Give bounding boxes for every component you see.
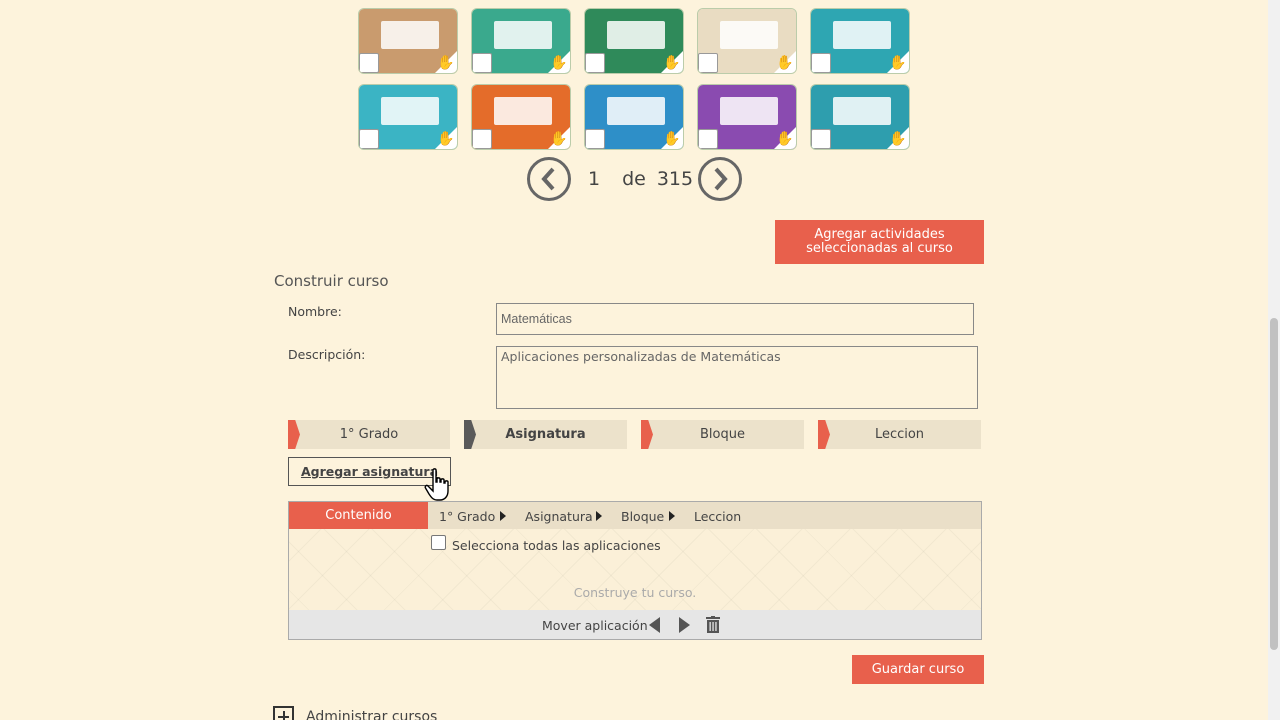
activity-thumbnail[interactable]: ✋ — [810, 84, 910, 150]
activity-preview-panel — [381, 21, 439, 49]
content-header: Contenido 1° Grado Asignatura Bloque Lec… — [289, 502, 981, 529]
activity-thumbnail[interactable]: ✋ — [471, 84, 571, 150]
touch-hand-icon: ✋ — [663, 55, 681, 71]
activity-preview-panel — [381, 97, 439, 125]
activity-preview-panel — [833, 21, 891, 49]
activity-select-checkbox[interactable] — [585, 53, 605, 73]
admin-courses-label: Administrar cursos — [306, 708, 438, 720]
content-tab[interactable]: Contenido — [289, 502, 428, 529]
activity-select-checkbox[interactable] — [585, 129, 605, 149]
breadcrumb-subject[interactable]: Asignatura — [525, 509, 593, 524]
select-all-label: Selecciona todas las aplicaciones — [452, 538, 661, 553]
activity-thumbnail[interactable]: ✋ — [810, 8, 910, 74]
activity-select-checkbox[interactable] — [472, 53, 492, 73]
course-name-input[interactable] — [496, 303, 974, 335]
select-all-checkbox[interactable] — [431, 535, 446, 550]
step-subject[interactable]: Asignatura — [464, 420, 627, 449]
step-block[interactable]: Bloque — [641, 420, 804, 449]
activity-preview-panel — [494, 21, 552, 49]
content-tab-label: Contenido — [325, 508, 392, 523]
description-label: Descripción: — [288, 347, 366, 362]
activity-preview-panel — [607, 21, 665, 49]
activity-select-checkbox[interactable] — [698, 53, 718, 73]
activity-select-checkbox[interactable] — [698, 129, 718, 149]
step-lesson[interactable]: Leccion — [818, 420, 981, 449]
touch-hand-icon: ✋ — [437, 131, 455, 147]
activity-thumbnail[interactable]: ✋ — [358, 8, 458, 74]
breadcrumb-arrow-icon — [596, 511, 602, 521]
hand-cursor-icon — [424, 468, 449, 501]
activity-thumbnail[interactable]: ✋ — [358, 84, 458, 150]
breadcrumb-arrow-icon — [500, 511, 506, 521]
touch-hand-icon: ✋ — [776, 55, 794, 71]
activity-preview-panel — [720, 97, 778, 125]
activity-thumbnail[interactable]: ✋ — [584, 8, 684, 74]
touch-hand-icon: ✋ — [550, 55, 568, 71]
add-selected-activities-label: Agregar actividades seleccionadas al cur… — [806, 227, 953, 256]
next-page-button[interactable] — [698, 157, 743, 201]
move-right-icon[interactable] — [679, 617, 690, 633]
activity-select-checkbox[interactable] — [811, 129, 831, 149]
activity-thumbnail[interactable]: ✋ — [697, 84, 797, 150]
trash-icon[interactable] — [706, 616, 720, 633]
step-grade-label: 1° Grado — [339, 427, 399, 442]
move-left-icon[interactable] — [649, 617, 660, 633]
add-subject-label: Agregar asignatura — [300, 464, 439, 479]
total-pages: 315 — [656, 168, 694, 190]
build-course-title: Construir curso — [274, 272, 389, 290]
activity-thumbnail[interactable]: ✋ — [471, 8, 571, 74]
pager: 1 de 315 — [527, 157, 743, 201]
activity-preview-panel — [607, 97, 665, 125]
scrollbar[interactable] — [1268, 0, 1280, 720]
save-course-button[interactable]: Guardar curso — [852, 655, 984, 684]
save-course-label: Guardar curso — [871, 661, 965, 677]
touch-hand-icon: ✋ — [889, 55, 907, 71]
chevron-right-icon — [714, 167, 728, 191]
activity-select-checkbox[interactable] — [359, 129, 379, 149]
activity-preview-panel — [720, 21, 778, 49]
course-description-input[interactable] — [496, 346, 978, 409]
activity-thumbnail[interactable]: ✋ — [697, 8, 797, 74]
touch-hand-icon: ✋ — [437, 55, 455, 71]
breadcrumb-block[interactable]: Bloque — [621, 509, 664, 524]
touch-hand-icon: ✋ — [550, 131, 568, 147]
touch-hand-icon: ✋ — [776, 131, 794, 147]
move-application-label: Mover aplicación — [542, 618, 648, 633]
add-selected-activities-button[interactable]: Agregar actividades seleccionadas al cur… — [775, 220, 984, 264]
name-label: Nombre: — [288, 304, 342, 319]
touch-hand-icon: ✋ — [889, 131, 907, 147]
step-lesson-label: Leccion — [874, 427, 925, 442]
activity-select-checkbox[interactable] — [472, 129, 492, 149]
step-block-label: Bloque — [700, 427, 745, 442]
activity-thumbnail[interactable]: ✋ — [584, 84, 684, 150]
step-grade[interactable]: 1° Grado — [288, 420, 450, 449]
activity-select-checkbox[interactable] — [359, 53, 379, 73]
breadcrumb-lesson[interactable]: Leccion — [694, 509, 741, 524]
activity-select-checkbox[interactable] — [811, 53, 831, 73]
touch-hand-icon: ✋ — [663, 131, 681, 147]
scrollbar-thumb[interactable] — [1270, 318, 1278, 650]
current-page: 1 — [588, 168, 601, 190]
plus-icon[interactable] — [273, 706, 294, 720]
breadcrumb-arrow-icon — [669, 511, 675, 521]
move-application-bar: Mover aplicación — [289, 610, 981, 639]
course-content-panel: Contenido 1° Grado Asignatura Bloque Lec… — [288, 501, 982, 640]
activity-preview-panel — [494, 97, 552, 125]
step-subject-label: Asignatura — [505, 427, 586, 442]
prev-page-button[interactable] — [527, 157, 571, 201]
chevron-left-icon — [541, 167, 555, 191]
of-label: de — [622, 168, 646, 190]
build-course-placeholder: Construye tu curso. — [573, 585, 697, 600]
activity-preview-panel — [833, 97, 891, 125]
breadcrumb-grade[interactable]: 1° Grado — [439, 509, 495, 524]
admin-courses[interactable]: Administrar cursos — [273, 706, 437, 720]
